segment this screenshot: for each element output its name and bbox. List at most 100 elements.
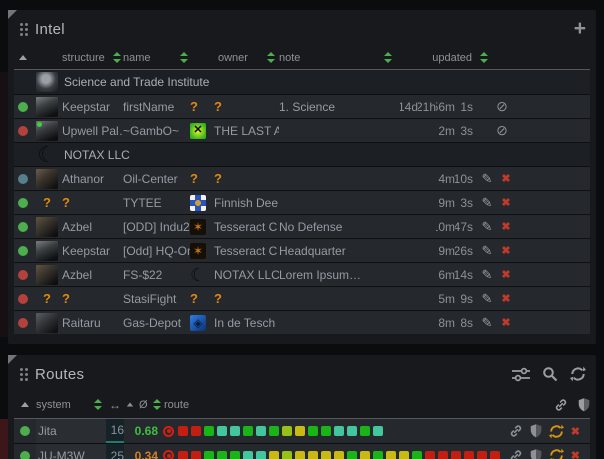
route-jump-square (204, 426, 214, 436)
route-jump-square (386, 451, 396, 459)
avg-security-cell: 0.34 (124, 449, 158, 459)
column-header-updated[interactable]: updated (400, 52, 590, 64)
route-jump-square (321, 451, 331, 459)
table-row[interactable]: ? ? StasiFight ? ? 5m 9s ✎ ✖ (14, 286, 590, 310)
updated-seconds: 9s (455, 292, 473, 306)
route-jump-square (230, 451, 240, 459)
note-cell: Headquarter (279, 244, 400, 258)
refresh-icon[interactable] (570, 366, 586, 382)
delete-icon[interactable]: ✖ (499, 172, 513, 185)
route-jump-square (490, 451, 500, 459)
name-cell: firstName (123, 100, 190, 114)
column-header-structure[interactable]: structure (62, 52, 123, 64)
route-row[interactable]: Jita 16 0.68 ✖ (14, 419, 590, 443)
route-jump-square (347, 426, 357, 436)
delete-icon[interactable]: ✖ (499, 220, 513, 233)
updated-seconds: 3s (455, 124, 473, 138)
route-jump-square (347, 451, 357, 459)
edit-icon[interactable]: ✎ (479, 171, 495, 187)
structure-cell: Upwell Pal… (62, 124, 123, 138)
column-header-system[interactable]: system (36, 399, 106, 411)
delete-route-icon[interactable]: ✖ (571, 425, 580, 438)
table-row[interactable]: Azbel FS-$22 ☾ NOTAX LLC Lorem Ipsum… 6m… (14, 262, 590, 286)
refresh-route-icon[interactable] (549, 424, 564, 439)
shield-icon[interactable] (578, 398, 590, 412)
group-label: Science and Trade Institute (62, 75, 209, 89)
system-cell[interactable]: JU-M3W (36, 444, 106, 459)
edit-icon[interactable]: ✎ (479, 315, 495, 331)
edit-icon[interactable]: ✎ (479, 267, 495, 283)
shield-icon[interactable] (530, 424, 542, 438)
delete-icon[interactable]: ✖ (499, 316, 513, 329)
add-structure-button[interactable]: + (574, 22, 586, 36)
ban-icon: ⊘ (495, 122, 509, 139)
table-row[interactable]: Raitaru Gas-Depot ◈ In de Tesch 8m 8s ✎ … (14, 310, 590, 334)
column-header-note[interactable]: note (279, 52, 400, 64)
column-header-name[interactable]: name (123, 52, 190, 64)
alliance-logo-icon: ✶ (190, 243, 206, 259)
delete-route-icon[interactable]: ✖ (571, 449, 580, 459)
drag-handle-icon[interactable] (20, 368, 23, 371)
route-jump-square (282, 426, 292, 436)
corp-logo-sti-icon (36, 72, 58, 92)
unknown-owner-icon: ? (214, 99, 222, 114)
table-row[interactable]: Azbel [ODD] Indu2 ✶ Tesseract C… No Defe… (14, 214, 590, 238)
column-header-owner[interactable]: owner (190, 52, 279, 64)
sort-updown-icon (94, 399, 102, 410)
shield-icon[interactable] (530, 449, 542, 459)
settings-sliders-icon[interactable] (512, 367, 530, 382)
unknown-structure-icon: ? (43, 195, 51, 210)
edit-icon[interactable]: ✎ (479, 195, 495, 211)
column-header-avg-security[interactable]: Ø (124, 399, 158, 411)
alliance-logo-icon (190, 195, 206, 211)
link-icon[interactable] (509, 424, 523, 438)
route-jump-square (451, 451, 461, 459)
link-icon[interactable] (509, 449, 523, 459)
route-jump-square (178, 426, 188, 436)
delete-icon[interactable]: ✖ (499, 268, 513, 281)
system-cell[interactable]: Jita (36, 419, 106, 443)
table-row[interactable]: ? ? TYTEE Finnish Dee… 9m 3s ✎ ✖ (14, 190, 590, 214)
route-jump-square (477, 451, 487, 459)
route-jump-square (230, 426, 240, 436)
column-header-route[interactable]: route (158, 399, 189, 411)
group-row[interactable]: Science and Trade Institute (14, 70, 590, 94)
group-label: NOTAX LLC (62, 148, 130, 162)
table-row[interactable]: Keepstar firstName ? ? 1. Science 14d 21… (14, 94, 590, 118)
refresh-route-icon[interactable] (549, 448, 564, 459)
route-jump-square (373, 426, 383, 436)
updated-seconds: 10s (455, 172, 473, 186)
ban-icon: ⊘ (495, 98, 509, 115)
edit-icon[interactable]: ✎ (479, 291, 495, 307)
edit-icon[interactable]: ✎ (479, 219, 495, 235)
note-cell: 1. Science (279, 100, 400, 114)
drag-handle-icon[interactable] (20, 23, 23, 26)
updated-seconds: 1s (455, 100, 473, 114)
updated-minutes: 8m (436, 316, 455, 330)
structure-thumbnail (36, 121, 58, 141)
edit-icon[interactable]: ✎ (479, 243, 495, 259)
table-row[interactable]: Athanor Oil-Center ? ? 4m 10s ✎ ✖ (14, 166, 590, 190)
search-icon[interactable] (542, 366, 558, 382)
unknown-structure-icon: ? (62, 291, 70, 306)
link-icon[interactable] (554, 398, 568, 412)
delete-icon[interactable]: ✖ (499, 196, 513, 209)
unknown-owner-icon: ? (190, 291, 198, 306)
route-jump-square (334, 451, 344, 459)
route-row[interactable]: JU-M3W 25 0.34 ✖ (14, 443, 590, 459)
delete-icon[interactable]: ✖ (499, 292, 513, 305)
route-squares (178, 451, 500, 459)
owner-cell: Tesseract C… (214, 244, 279, 258)
name-cell: StasiFight (123, 292, 190, 306)
route-jump-square (269, 426, 279, 436)
updated-seconds: 3s (455, 196, 473, 210)
delete-icon[interactable]: ✖ (499, 244, 513, 257)
group-row[interactable]: ☾ NOTAX LLC (14, 142, 590, 166)
table-row[interactable]: Upwell Pal… ~GambO~ ✕ THE LAST A… 2m 3s … (14, 118, 590, 142)
status-dot (18, 174, 28, 184)
structure-cell: Athanor (62, 172, 123, 186)
column-header-jumps[interactable]: ↔ (106, 398, 124, 412)
sort-indicator-asc[interactable] (14, 402, 36, 407)
sort-indicator-asc[interactable] (14, 55, 32, 60)
table-row[interactable]: Keepstar [Odd] HQ-One ✶ Tesseract C… Hea… (14, 238, 590, 262)
